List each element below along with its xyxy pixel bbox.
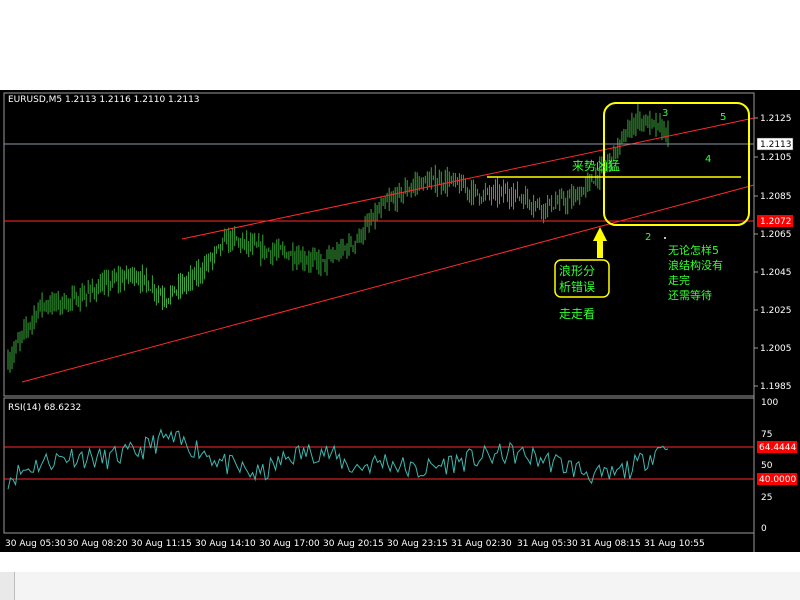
current-price-label: 1.2113 xyxy=(760,140,792,150)
rsi-header: RSI(14) 68.6232 xyxy=(8,403,81,413)
time-label: 30 Aug 23:15 xyxy=(387,539,448,549)
red-level-label: 1.2072 xyxy=(760,217,792,227)
wave-label-5: 5 xyxy=(720,112,726,123)
price-tick-label: 1.2025 xyxy=(760,306,792,316)
price-tick-label: 1.2125 xyxy=(760,114,792,124)
price-tick-label: 1.2045 xyxy=(760,268,792,278)
rsi-upper-level-label: 64.4444 xyxy=(759,443,796,453)
time-axis: 30 Aug 05:30 30 Aug 08:20 30 Aug 11:15 3… xyxy=(5,539,705,549)
price-tick-label: 1.2065 xyxy=(760,230,792,240)
annotation-comment-3: 走完 xyxy=(668,273,690,287)
price-tick-label: 1.2005 xyxy=(760,344,792,354)
chart-header: EURUSD,M5 1.2113 1.2116 1.2110 1.2113 xyxy=(8,95,200,105)
price-tick-label: 1.2105 xyxy=(760,153,792,163)
rsi-tick-label: 0 xyxy=(761,524,767,534)
time-label: 30 Aug 05:30 xyxy=(5,539,66,549)
annotation-comment-4: 还需等待 xyxy=(668,288,712,302)
top-blank-area xyxy=(0,0,800,90)
time-label: 31 Aug 05:30 xyxy=(517,539,578,549)
bottom-tab-bar xyxy=(0,552,800,600)
time-label: 31 Aug 02:30 xyxy=(451,539,512,549)
rsi-lower-level-label: 40.0000 xyxy=(759,475,796,485)
annotation-lai-shi: 来势凶猛 xyxy=(572,159,620,173)
price-tick-label: 1.2085 xyxy=(760,192,792,202)
time-label: 30 Aug 14:10 xyxy=(195,539,256,549)
rsi-tick-label: 50 xyxy=(761,461,773,471)
price-tick-label: 1.1985 xyxy=(760,382,792,392)
rsi-tick-label: 25 xyxy=(761,493,772,503)
time-label: 31 Aug 10:55 xyxy=(644,539,705,549)
annotation-comment-2: 浪结构没有 xyxy=(668,258,723,272)
chart-tab[interactable] xyxy=(0,572,15,600)
time-label: 31 Aug 08:15 xyxy=(580,539,641,549)
wave-label-2: 2 xyxy=(645,232,651,243)
chart-background xyxy=(0,90,800,552)
rsi-tick-label: 75 xyxy=(761,430,772,440)
annotation-wave-error-2: 析错误 xyxy=(559,280,595,294)
tab-strip xyxy=(14,572,800,600)
wave-label-3: 3 xyxy=(662,108,668,119)
chart-window[interactable]: EURUSD,M5 1.2113 1.2116 1.2110 1.2113 1.… xyxy=(0,90,800,552)
time-label: 30 Aug 17:00 xyxy=(259,539,320,549)
marker-dot xyxy=(664,237,666,239)
annotation-comment-1: 无论怎样5 xyxy=(668,243,719,257)
annotation-wave-error-1: 浪形分 xyxy=(559,263,595,278)
time-label: 30 Aug 11:15 xyxy=(131,539,192,549)
wave-label-4: 4 xyxy=(705,154,711,165)
annotation-walk: 走走看 xyxy=(559,307,595,321)
rsi-tick-label: 100 xyxy=(761,398,778,408)
time-label: 30 Aug 20:15 xyxy=(323,539,384,549)
time-label: 30 Aug 08:20 xyxy=(67,539,128,549)
